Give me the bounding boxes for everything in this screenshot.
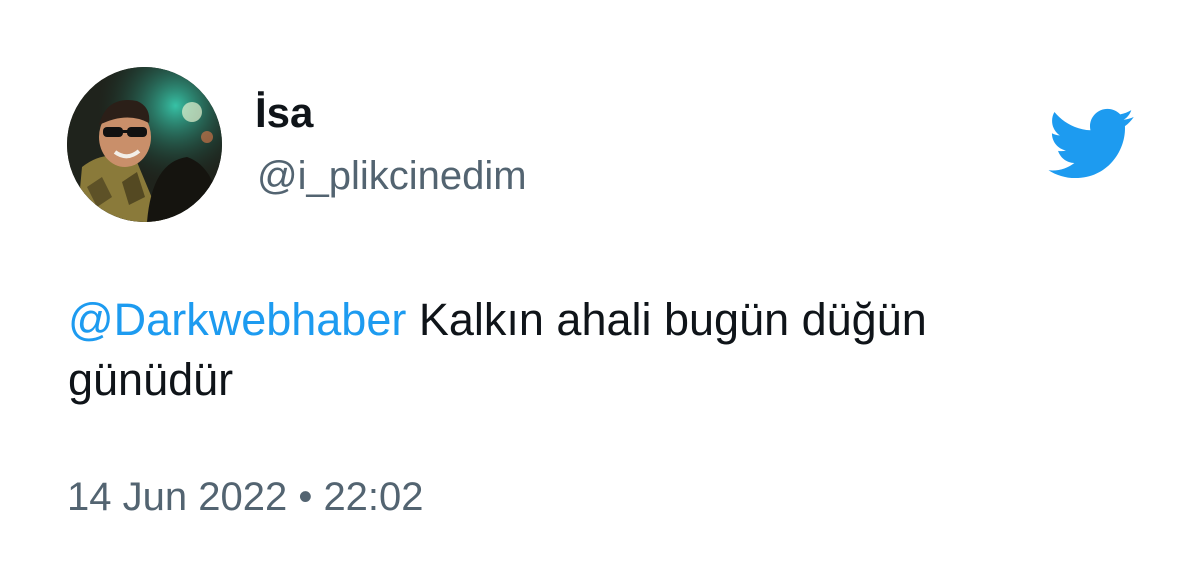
tweet-card: İsa @i_plikcinedim @Darkwebhaber Kalkın … xyxy=(0,0,1200,585)
profile-photo xyxy=(67,67,222,222)
author-handle[interactable]: @i_plikcinedim xyxy=(257,156,527,196)
mention-link[interactable]: @Darkwebhaber xyxy=(68,294,406,345)
tweet-text: @Darkwebhaber Kalkın ahali bugün düğün g… xyxy=(68,290,1068,410)
timestamp[interactable]: 14 Jun 2022 • 22:02 xyxy=(67,477,424,517)
timestamp-time: 22:02 xyxy=(323,475,424,519)
twitter-bird-icon[interactable] xyxy=(1045,108,1135,182)
timestamp-date: 14 Jun 2022 xyxy=(67,475,288,519)
author-display-name[interactable]: İsa xyxy=(255,92,313,134)
avatar[interactable] xyxy=(67,67,222,222)
timestamp-separator: • xyxy=(287,475,324,519)
